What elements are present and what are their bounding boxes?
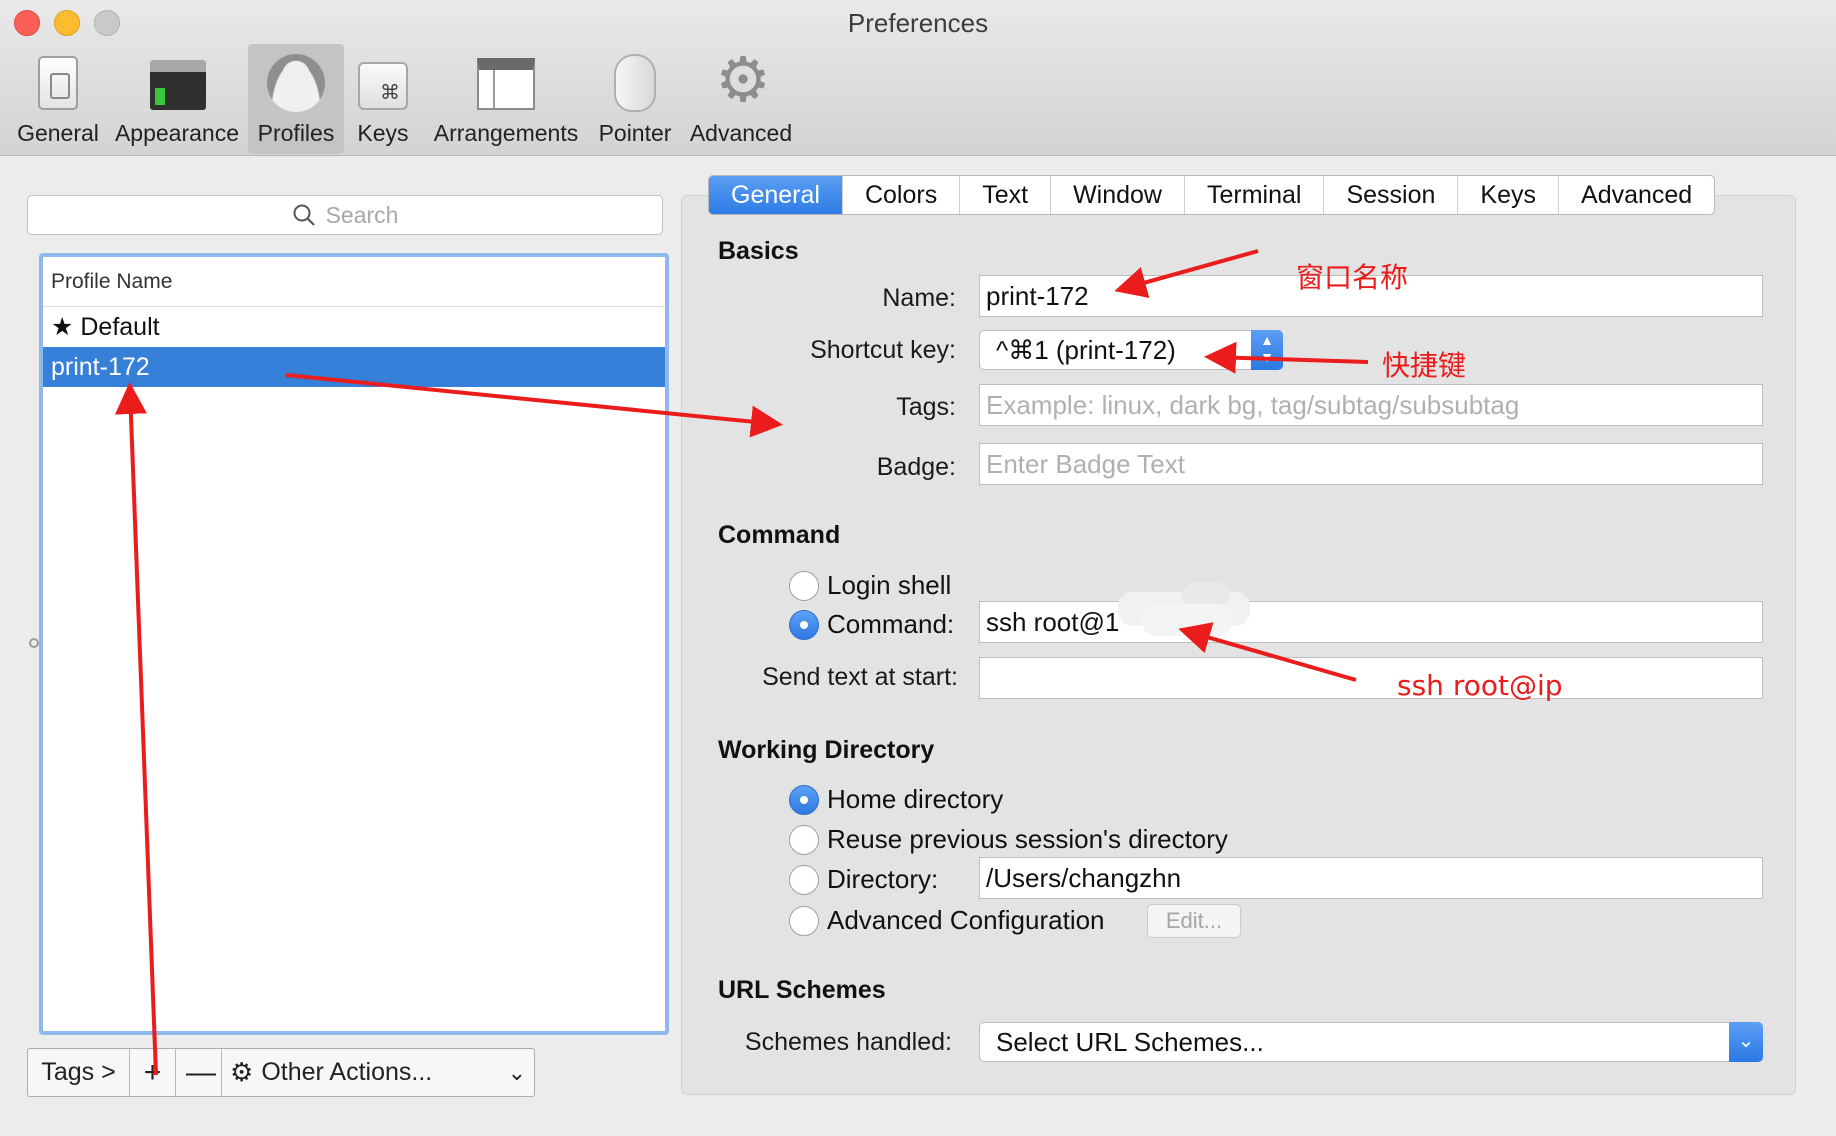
directory-label: Directory: (827, 864, 939, 894)
annotation-ssh: ssh root@ip (1397, 669, 1563, 702)
advanced-configuration-label: Advanced Configuration (827, 905, 1105, 935)
toolbar-general[interactable]: General (8, 44, 108, 154)
toolbar-profiles-label: Profiles (257, 120, 335, 146)
add-profile-button[interactable]: + (130, 1049, 176, 1096)
radio-icon (789, 824, 819, 855)
shortcut-key-value: ^⌘1 (print-172) (996, 335, 1176, 365)
tags-label: Tags: (896, 393, 956, 421)
login-shell-label: Login shell (827, 570, 952, 600)
annotation-window-name: 窗口名称 (1296, 261, 1409, 294)
arrangements-icon (477, 52, 535, 114)
radio-selected-icon (789, 609, 819, 640)
profile-tabs: General Colors Text Window Terminal Sess… (708, 175, 1716, 215)
tab-session[interactable]: Session (1324, 176, 1459, 214)
radio-icon (789, 864, 819, 895)
reuse-directory-radio[interactable]: Reuse previous session's directory (789, 824, 1228, 855)
search-input[interactable]: Search (27, 195, 663, 235)
toolbar-appearance-label: Appearance (114, 120, 240, 146)
toolbar-general-label: General (17, 120, 99, 146)
tab-advanced[interactable]: Advanced (1559, 176, 1714, 214)
redaction-blur (1118, 582, 1256, 642)
annotation-shortcut: 快捷键 (1382, 349, 1467, 382)
basics-heading: Basics (718, 237, 799, 265)
schemes-handled-label: Schemes handled: (744, 1028, 952, 1056)
tab-terminal[interactable]: Terminal (1185, 176, 1325, 214)
remove-profile-button[interactable]: — (176, 1049, 222, 1096)
edit-advanced-configuration-button[interactable]: Edit... (1147, 904, 1241, 938)
send-text-label: Send text at start: (762, 663, 958, 691)
chevron-down-icon: ⌄ (1729, 1022, 1763, 1062)
command-field[interactable]: ssh root@1 (979, 601, 1763, 643)
tags-field[interactable]: Example: linux, dark bg, tag/subtag/subs… (979, 384, 1763, 426)
tab-window[interactable]: Window (1051, 176, 1185, 214)
command-label: Command: (827, 609, 955, 639)
tab-keys[interactable]: Keys (1458, 176, 1560, 214)
toolbar-pointer-label: Pointer (598, 120, 672, 146)
advanced-configuration-radio[interactable]: Advanced Configuration (789, 905, 1105, 936)
radio-icon (789, 905, 819, 936)
toolbar-arrangements-label: Arrangements (433, 120, 579, 146)
profile-row-default[interactable]: ★ Default (43, 307, 665, 347)
toolbar-keys-label: Keys (357, 120, 409, 146)
home-directory-label: Home directory (827, 784, 1004, 814)
pointer-icon (606, 52, 664, 114)
general-icon (29, 52, 87, 114)
badge-label: Badge: (876, 453, 956, 481)
gear-icon: ⚙ (715, 46, 771, 115)
search-icon (292, 203, 316, 227)
profiles-icon (267, 52, 325, 114)
popup-stepper-icon: ▲ ▼ (1251, 330, 1283, 370)
directory-field[interactable]: /Users/changzhn (979, 857, 1763, 899)
toolbar-keys[interactable]: ⌘ Keys (350, 44, 416, 154)
name-label: Name: (882, 284, 956, 312)
chevron-down-icon: ⌄ (507, 1060, 526, 1085)
tab-text[interactable]: Text (960, 176, 1052, 214)
toolbar-appearance[interactable]: Appearance (112, 44, 242, 154)
url-schemes-value: Select URL Schemes... (996, 1027, 1264, 1057)
working-directory-heading: Working Directory (718, 736, 935, 764)
shortcut-key-label: Shortcut key: (810, 336, 956, 364)
command-heading: Command (718, 521, 841, 549)
url-schemes-heading: URL Schemes (718, 976, 886, 1004)
url-schemes-popup[interactable]: Select URL Schemes... ⌄ (979, 1022, 1763, 1062)
tags-toggle-button[interactable]: Tags > (28, 1049, 130, 1096)
toolbar-profiles[interactable]: Profiles (248, 44, 344, 154)
profile-name-column-header[interactable]: Profile Name (43, 257, 665, 307)
split-divider-handle[interactable] (29, 638, 39, 648)
login-shell-radio[interactable]: Login shell (789, 570, 951, 601)
search-placeholder: Search (325, 201, 399, 228)
shortcut-key-popup[interactable]: ^⌘1 (print-172) ▲ ▼ (979, 330, 1283, 370)
toolbar-pointer[interactable]: Pointer (592, 44, 678, 154)
other-actions-menu[interactable]: ⚙ Other Actions... ⌄ (222, 1049, 534, 1096)
toolbar-advanced[interactable]: ⚙ Advanced (686, 44, 796, 154)
send-text-field[interactable] (979, 657, 1763, 699)
other-actions-label: Other Actions... (261, 1058, 433, 1086)
badge-field[interactable]: Enter Badge Text (979, 443, 1763, 485)
window-title: Preferences (847, 8, 989, 38)
profile-list[interactable]: Profile Name ★ Default print-172 (39, 253, 669, 1035)
keys-icon: ⌘ (354, 52, 412, 114)
command-radio[interactable]: Command: (789, 609, 954, 640)
toolbar-arrangements[interactable]: Arrangements (430, 44, 582, 154)
home-directory-radio[interactable]: Home directory (789, 784, 1003, 815)
title-bar: Preferences General Appearance Profiles … (0, 0, 1836, 156)
profile-list-toolbar: Tags > + — ⚙ Other Actions... ⌄ (27, 1048, 535, 1097)
tab-colors[interactable]: Colors (843, 176, 961, 214)
directory-radio[interactable]: Directory: (789, 864, 938, 895)
radio-selected-icon (789, 784, 819, 815)
toolbar-advanced-label: Advanced (689, 120, 793, 146)
appearance-icon (148, 52, 206, 114)
gear-icon: ⚙ (230, 1057, 254, 1087)
reuse-directory-label: Reuse previous session's directory (827, 824, 1228, 854)
radio-icon (789, 570, 819, 601)
tab-general[interactable]: General (709, 176, 843, 214)
profile-row-print-172[interactable]: print-172 (43, 347, 665, 387)
